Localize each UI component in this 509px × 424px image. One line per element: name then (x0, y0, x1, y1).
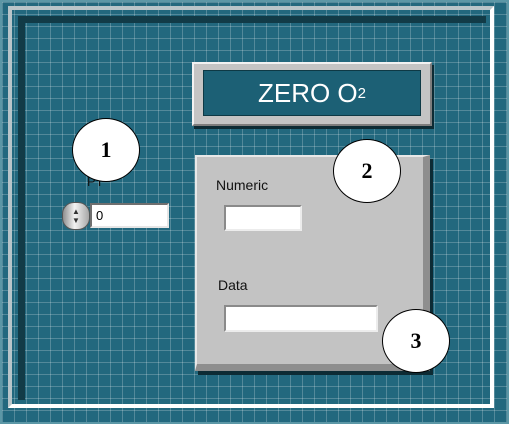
zero-o2-button-subscript: 2 (357, 84, 366, 102)
stepper-down-icon[interactable]: ▼ (72, 216, 80, 225)
callout-2: 2 (333, 139, 401, 203)
callout-1: 1 (72, 118, 140, 182)
zero-o2-button-face[interactable]: ZERO O2 (203, 70, 421, 116)
zero-o2-button-label: ZERO O (257, 77, 358, 108)
callout-3: 3 (382, 309, 450, 373)
data-label: Data (218, 277, 248, 293)
data-indicator[interactable] (224, 305, 378, 332)
stepper-up-icon[interactable]: ▲ (72, 207, 80, 216)
numeric-indicator[interactable] (224, 205, 302, 231)
pt-increment-decrement[interactable]: ▲ ▼ (62, 202, 90, 230)
numeric-label: Numeric (216, 177, 269, 193)
zero-o2-button[interactable]: ZERO O2 (192, 62, 432, 126)
pt-numeric-input[interactable]: 0 (90, 203, 169, 228)
